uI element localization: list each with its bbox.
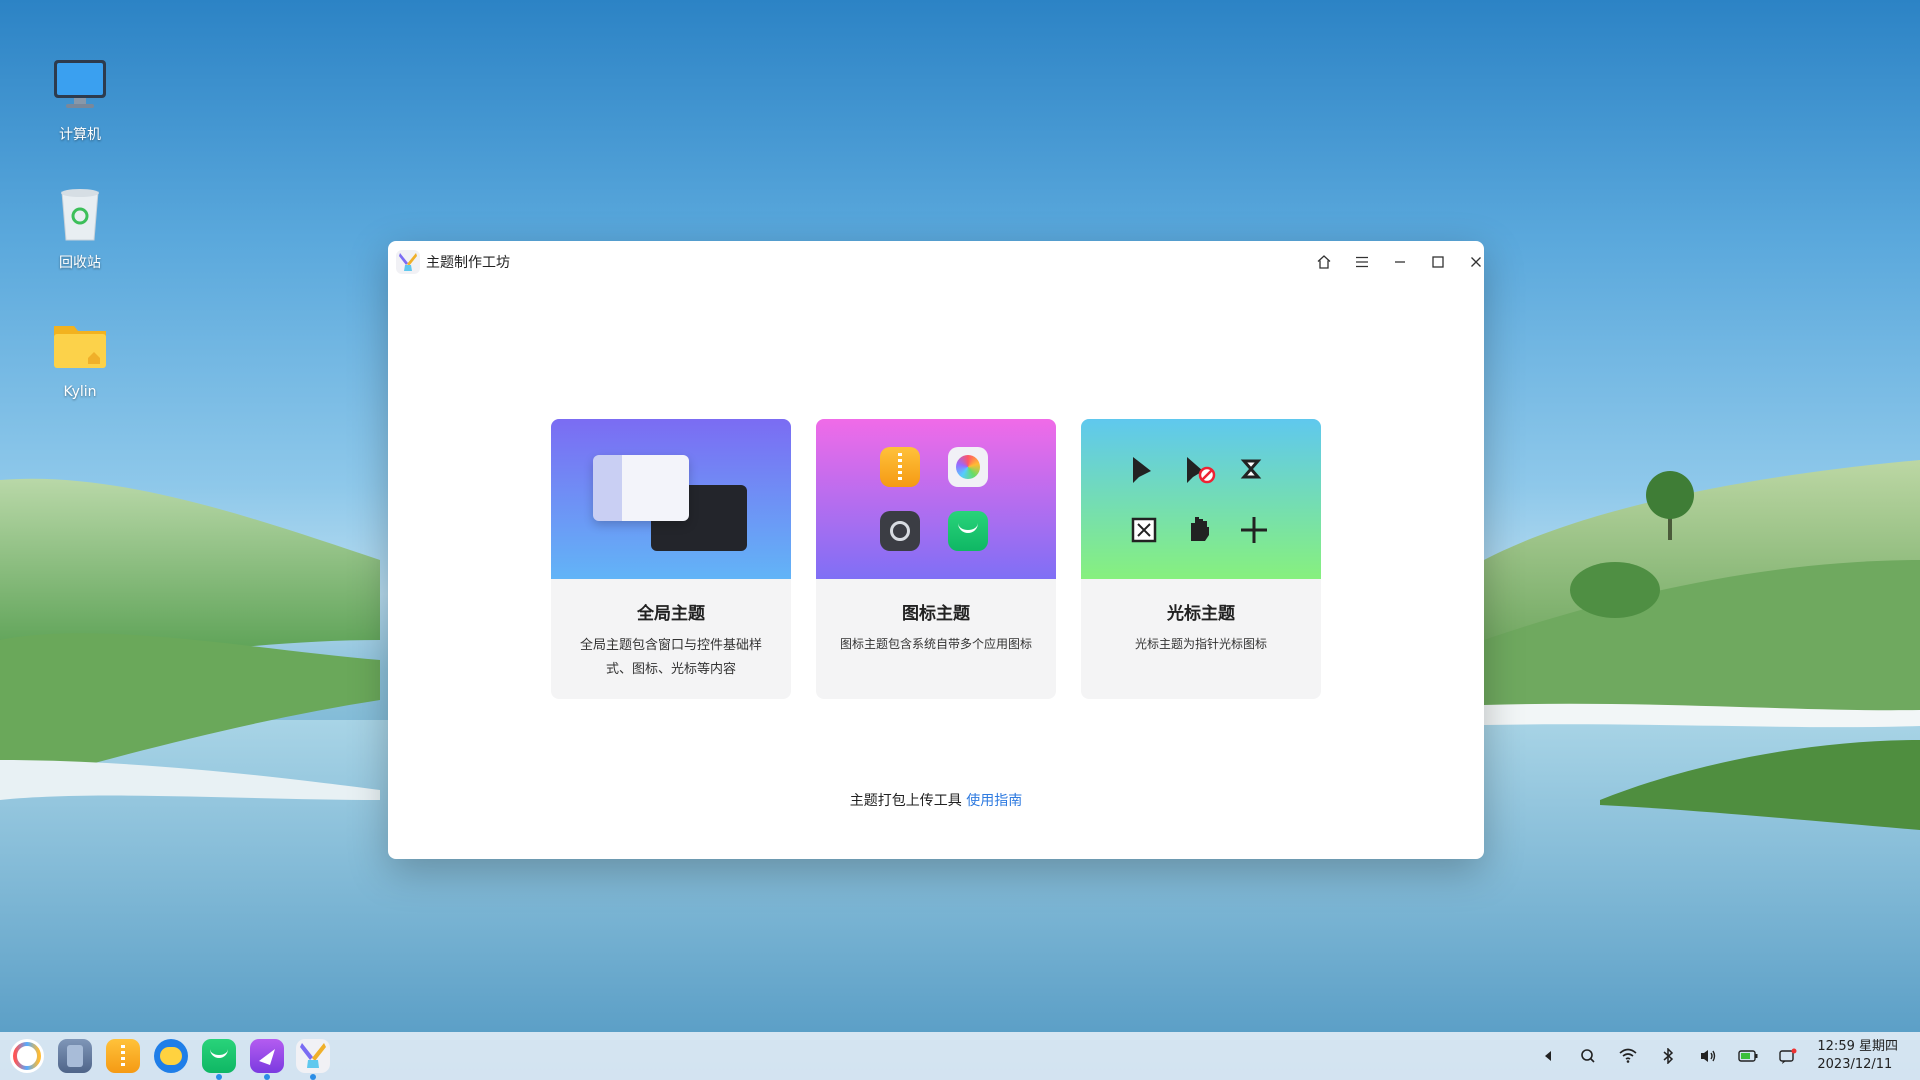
maximize-button[interactable]	[1422, 247, 1454, 277]
notification-tray-button[interactable]	[1776, 1044, 1800, 1068]
cursor-theme-illustration	[1081, 419, 1321, 579]
busy-cursor-icon	[1240, 459, 1262, 479]
browser-button[interactable]	[154, 1039, 188, 1073]
taskbar: 12:59 星期四 2023/12/11	[0, 1032, 1920, 1080]
wifi-tray-button[interactable]	[1616, 1044, 1640, 1068]
video-app-button[interactable]	[250, 1039, 284, 1080]
close-icon	[1471, 257, 1481, 267]
card-description: 全局主题包含窗口与控件基础样式、图标、光标等内容	[579, 638, 762, 677]
global-theme-illustration	[551, 419, 791, 579]
notification-icon	[1779, 1048, 1797, 1064]
running-indicator	[264, 1074, 270, 1080]
browser-icon	[160, 1047, 182, 1065]
theme-card-list: 全局主题 全局主题包含窗口与控件基础样式、图标、光标等内容 图标主题 图标主题包…	[551, 419, 1321, 699]
minimize-button[interactable]	[1384, 247, 1416, 277]
clock[interactable]: 12:59 星期四 2023/12/11	[1817, 1038, 1898, 1074]
card-title: 图标主题	[902, 604, 970, 624]
start-menu-button[interactable]	[10, 1039, 44, 1073]
computer-icon	[50, 56, 110, 116]
multitask-view-icon	[67, 1045, 83, 1067]
theme-workshop-window: 主题制作工坊 全局主题 全局主题包含窗口与控件基础样式、图标、光标等内容 图标主…	[388, 241, 1484, 859]
app-logo-icon	[396, 250, 420, 274]
file-manager-button[interactable]	[106, 1039, 140, 1073]
window-title: 主题制作工坊	[426, 255, 510, 271]
show-hidden-tray-button[interactable]	[1536, 1044, 1560, 1068]
resize-cursor-icon	[1131, 517, 1157, 543]
store-app-icon	[948, 511, 988, 551]
search-tray-button[interactable]	[1576, 1044, 1600, 1068]
close-button[interactable]	[1460, 247, 1484, 277]
trash-icon	[50, 184, 110, 244]
card-cursor-theme[interactable]: 光标主题 光标主题为指针光标图标	[1081, 419, 1321, 699]
search-icon	[1581, 1049, 1595, 1063]
desktop-icon-label: Kylin	[63, 384, 97, 400]
battery-tray-button[interactable]	[1736, 1044, 1760, 1068]
running-indicator	[216, 1074, 222, 1080]
wifi-icon	[1619, 1048, 1637, 1063]
card-title: 全局主题	[637, 604, 705, 624]
file-manager-icon	[121, 1045, 125, 1067]
card-icon-theme[interactable]: 图标主题 图标主题包含系统自带多个应用图标	[816, 419, 1056, 699]
icon-theme-illustration	[816, 419, 1056, 579]
multitask-view-button[interactable]	[58, 1039, 92, 1073]
battery-icon	[1738, 1050, 1758, 1062]
color-app-icon	[948, 447, 988, 487]
card-title: 光标主题	[1167, 604, 1235, 624]
minimize-icon	[1395, 261, 1405, 263]
footer: 主题打包上传工具 使用指南	[388, 790, 1484, 810]
bluetooth-icon	[1663, 1048, 1674, 1064]
video-app-icon	[259, 1049, 275, 1065]
archive-app-icon	[880, 447, 920, 487]
software-store-button[interactable]	[202, 1039, 236, 1080]
desktop-icon-label: 回收站	[59, 255, 101, 271]
home-icon	[1317, 255, 1331, 269]
move-cursor-icon	[1241, 517, 1267, 543]
desktop-icon-home-folder[interactable]: Kylin	[30, 316, 130, 400]
folder-home-icon	[50, 316, 110, 376]
card-description: 光标主题为指针光标图标	[1134, 637, 1267, 651]
bluetooth-tray-button[interactable]	[1656, 1044, 1680, 1068]
desktop-icon-computer[interactable]: 计算机	[30, 56, 130, 144]
maximize-icon	[1432, 256, 1444, 268]
clock-time: 12:59 星期四	[1817, 1039, 1898, 1054]
titlebar: 主题制作工坊	[388, 241, 1484, 283]
user-guide-link[interactable]: 使用指南	[966, 793, 1022, 809]
not-allowed-cursor-icon	[1187, 457, 1216, 484]
arrow-cursor-icon	[1133, 457, 1151, 483]
home-button[interactable]	[1308, 247, 1340, 277]
volume-tray-button[interactable]	[1696, 1044, 1720, 1068]
start-menu-icon	[13, 1042, 41, 1070]
show-hidden-icon	[1545, 1051, 1551, 1061]
volume-icon	[1701, 1050, 1716, 1062]
settings-app-icon	[880, 511, 920, 551]
theme-workshop-button[interactable]	[296, 1039, 330, 1080]
software-store-icon	[210, 1048, 228, 1058]
clock-date: 2023/12/11	[1817, 1057, 1893, 1072]
desktop-icon-label: 计算机	[59, 127, 101, 143]
theme-workshop-icon	[300, 1043, 326, 1068]
card-description: 图标主题包含系统自带多个应用图标	[839, 637, 1032, 651]
menu-button[interactable]	[1346, 247, 1378, 277]
running-indicator	[310, 1074, 316, 1080]
hand-cursor-icon	[1191, 517, 1209, 541]
menu-icon	[1356, 256, 1368, 268]
desktop-icon-trash[interactable]: 回收站	[30, 184, 130, 272]
card-global-theme[interactable]: 全局主题 全局主题包含窗口与控件基础样式、图标、光标等内容	[551, 419, 791, 699]
footer-text: 主题打包上传工具	[849, 793, 962, 809]
